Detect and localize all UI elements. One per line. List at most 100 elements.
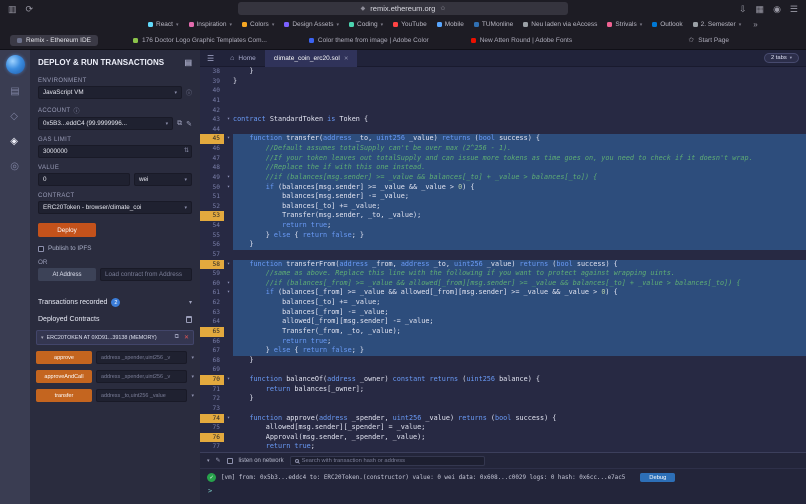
code-line[interactable]: 63 balances[_from] -= _value; bbox=[200, 308, 806, 318]
gas-limit-input[interactable] bbox=[38, 145, 192, 158]
at-address-input[interactable] bbox=[100, 268, 192, 281]
code-line[interactable]: 65 Transfer(_from, _to, _value); bbox=[200, 327, 806, 337]
code-line[interactable]: 44 bbox=[200, 125, 806, 135]
code-line[interactable]: 43▾contract StandardToken is Token { bbox=[200, 115, 806, 125]
line-number[interactable]: 41 bbox=[200, 96, 224, 106]
code-line[interactable]: 71 return balances[_owner]; bbox=[200, 385, 806, 395]
close-icon[interactable]: ✕ bbox=[344, 56, 349, 62]
solidity-compiler-icon[interactable]: ◇ bbox=[10, 111, 19, 122]
profile-icon[interactable]: ◉ bbox=[773, 4, 781, 15]
line-number[interactable]: 48 bbox=[200, 163, 224, 173]
editor-tab[interactable]: climate_coin_erc20.sol✕ bbox=[265, 50, 358, 67]
code-line[interactable]: 50▾ if (balances[msg.sender] >= _value &… bbox=[200, 183, 806, 193]
code-line[interactable]: 60▾ //if (balances[_from] >= _value && a… bbox=[200, 279, 806, 289]
value-unit-select[interactable]: wei ▾ bbox=[134, 173, 192, 186]
fold-marker[interactable] bbox=[224, 231, 233, 241]
remove-instance-icon[interactable]: ✕ bbox=[184, 334, 189, 341]
line-number[interactable]: 75 bbox=[200, 423, 224, 433]
browser-tab[interactable]: 176 Doctor Logo Graphic Templates Com... bbox=[126, 35, 274, 46]
code-line[interactable]: 54 return true; bbox=[200, 221, 806, 231]
line-number[interactable]: 38 bbox=[200, 67, 224, 77]
terminal-toggle-icon[interactable]: ▾ bbox=[207, 458, 210, 464]
line-number[interactable]: 52 bbox=[200, 202, 224, 212]
fold-marker[interactable]: ▾ bbox=[224, 115, 233, 125]
deployed-instance-row[interactable]: ▾ ERC20TOKEN AT 0XD91...39138 (MEMORY) ⧉… bbox=[36, 330, 194, 345]
deploy-run-icon[interactable]: ◈ bbox=[10, 136, 19, 147]
code-line[interactable]: 42 bbox=[200, 106, 806, 116]
fold-marker[interactable] bbox=[224, 385, 233, 395]
fold-marker[interactable] bbox=[224, 221, 233, 231]
bookmarks-overflow-icon[interactable]: » bbox=[753, 20, 757, 29]
browser-tab[interactable]: New Atten Round | Adobe Fonts bbox=[464, 35, 579, 46]
bookmark-item[interactable]: TUMonline bbox=[474, 21, 513, 28]
chevron-down-icon[interactable]: ▾ bbox=[191, 355, 194, 361]
editor-tab[interactable]: ⌂Home bbox=[221, 50, 265, 67]
extensions-icon[interactable]: ▦ bbox=[756, 4, 765, 15]
line-number[interactable]: 54 bbox=[200, 221, 224, 231]
fold-marker[interactable]: ▾ bbox=[224, 183, 233, 193]
line-number[interactable]: 73 bbox=[200, 404, 224, 414]
deploy-button[interactable]: Deploy bbox=[38, 223, 96, 237]
url-bar[interactable]: ◆ remix.ethereum.org ✩ bbox=[238, 2, 568, 15]
transaction-log-row[interactable]: ✓ [vm] from: 0x5b3...eddc4 to: ERC20Toke… bbox=[200, 468, 806, 485]
fold-marker[interactable] bbox=[224, 433, 233, 443]
code-line[interactable]: 72 } bbox=[200, 394, 806, 404]
panel-docs-icon[interactable]: ▤ bbox=[184, 58, 192, 67]
line-number[interactable]: 40 bbox=[200, 86, 224, 96]
fold-marker[interactable] bbox=[224, 211, 233, 221]
code-line[interactable]: 74▾ function approve(address _spender, u… bbox=[200, 414, 806, 424]
file-explorer-icon[interactable]: ▤ bbox=[10, 86, 19, 97]
environment-select[interactable]: JavaScript VM ▾ bbox=[38, 86, 182, 99]
line-number[interactable]: 77 bbox=[200, 442, 224, 452]
fold-marker[interactable] bbox=[224, 337, 233, 347]
bookmark-item[interactable]: Inspiration▾ bbox=[189, 21, 233, 28]
code-line[interactable]: 38 } bbox=[200, 67, 806, 77]
bookmark-item[interactable]: 2. Semester▾ bbox=[693, 21, 742, 28]
line-number[interactable]: 76 bbox=[200, 433, 224, 443]
terminal-search-input[interactable] bbox=[302, 457, 480, 465]
code-editor[interactable]: 38 }39}40414243▾contract StandardToken i… bbox=[200, 67, 806, 452]
browser-tab[interactable]: ✩Start Page bbox=[681, 34, 736, 46]
bookmark-item[interactable]: Strivals▾ bbox=[607, 21, 642, 28]
chevron-down-icon[interactable]: ▾ bbox=[191, 374, 194, 380]
line-number[interactable]: 57 bbox=[200, 250, 224, 260]
line-number[interactable]: 61 bbox=[200, 288, 224, 298]
fold-marker[interactable] bbox=[224, 394, 233, 404]
bookmark-item[interactable]: Design Assets▾ bbox=[284, 21, 339, 28]
terminal-search[interactable] bbox=[290, 456, 485, 466]
fold-marker[interactable]: ▾ bbox=[224, 260, 233, 270]
line-number[interactable]: 72 bbox=[200, 394, 224, 404]
fold-marker[interactable] bbox=[224, 423, 233, 433]
code-line[interactable]: 57 bbox=[200, 250, 806, 260]
code-line[interactable]: 67 } else { return false; } bbox=[200, 346, 806, 356]
refresh-icon[interactable]: ⟳ bbox=[26, 4, 34, 15]
fold-marker[interactable]: ▾ bbox=[224, 173, 233, 183]
code-line[interactable]: 51 balances[msg.sender] -= _value; bbox=[200, 192, 806, 202]
code-line[interactable]: 40 bbox=[200, 86, 806, 96]
approveAndCall-params-input[interactable] bbox=[96, 370, 187, 383]
fold-marker[interactable] bbox=[224, 327, 233, 337]
fold-marker[interactable] bbox=[224, 250, 233, 260]
fold-marker[interactable] bbox=[224, 442, 233, 452]
browser-tab[interactable]: Remix - Ethereum IDE bbox=[10, 35, 98, 46]
chevron-down-icon[interactable]: ▾ bbox=[41, 335, 44, 341]
editor-menu-icon[interactable]: ☰ bbox=[200, 54, 221, 63]
listen-network-checkbox[interactable] bbox=[227, 458, 233, 464]
remix-logo[interactable] bbox=[6, 55, 25, 74]
code-line[interactable]: 48 //Replace the if with this one instea… bbox=[200, 163, 806, 173]
line-number[interactable]: 49 bbox=[200, 173, 224, 183]
at-address-button[interactable]: At Address bbox=[38, 268, 96, 281]
code-line[interactable]: 56 } bbox=[200, 240, 806, 250]
code-line[interactable]: 45▾ function transfer(address _to, uint2… bbox=[200, 134, 806, 144]
line-number[interactable]: 39 bbox=[200, 77, 224, 87]
terminal-edit-icon[interactable]: ✎ bbox=[216, 457, 221, 464]
fold-marker[interactable] bbox=[224, 144, 233, 154]
code-line[interactable]: 47 //If your token leaves out totalSuppl… bbox=[200, 154, 806, 164]
bookmark-item[interactable]: YouTube bbox=[393, 21, 427, 28]
fold-marker[interactable] bbox=[224, 163, 233, 173]
line-number[interactable]: 42 bbox=[200, 106, 224, 116]
fold-marker[interactable] bbox=[224, 356, 233, 366]
terminal-prompt[interactable]: > bbox=[200, 485, 806, 497]
approve-button[interactable]: approve bbox=[36, 351, 92, 364]
fold-marker[interactable]: ▾ bbox=[224, 134, 233, 144]
